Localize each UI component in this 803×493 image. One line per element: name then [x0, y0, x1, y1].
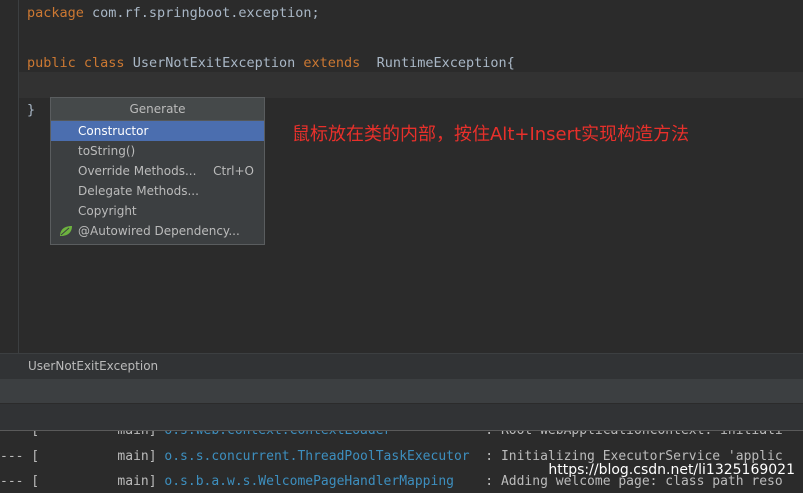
tool-window-toolbar — [0, 403, 803, 431]
console-line: --- [ main] o.s.web.context.ContextLoade… — [0, 430, 783, 438]
superclass-name: RuntimeException{ — [376, 55, 515, 71]
code-line-class[interactable]: public class UserNotExitException extend… — [27, 54, 515, 72]
package-name: com.rf.springboot.exception; — [83, 5, 320, 21]
generate-popup: Generate Constructor toString() Override… — [50, 97, 265, 245]
menu-item-label: Override Methods... — [78, 164, 197, 178]
generate-popup-title: Generate — [51, 98, 264, 121]
annotation-text: 鼠标放在类的内部，按住Alt+Insert实现构造方法 — [292, 124, 690, 145]
spring-leaf-icon — [60, 226, 72, 236]
console-thread: main] — [117, 430, 157, 438]
menu-item-label: Constructor — [78, 124, 149, 138]
menu-item-autowired-dependency[interactable]: @Autowired Dependency... — [51, 221, 264, 241]
gutter-divider — [18, 0, 19, 353]
menu-item-delegate-methods[interactable]: Delegate Methods... — [51, 181, 264, 201]
watermark: https://blog.csdn.net/li1325169021 — [548, 462, 795, 478]
class-name: UserNotExitException — [132, 55, 296, 71]
console-logger: o.s.web.context.ContextLoader — [164, 430, 392, 438]
tool-window-header — [0, 379, 803, 403]
current-line-highlight — [19, 72, 803, 98]
menu-item-label: @Autowired Dependency... — [78, 224, 240, 238]
console-message: : Root WebApplicationContext: initiali — [485, 430, 783, 438]
console-prefix: --- [ — [0, 474, 40, 489]
menu-item-override-methods[interactable]: Override Methods... Ctrl+O — [51, 161, 264, 181]
console-prefix: --- [ — [0, 430, 40, 438]
menu-item-label: toString() — [78, 144, 136, 158]
console-logger: o.s.b.a.w.s.WelcomePageHandlerMapping — [164, 474, 454, 489]
menu-item-tostring[interactable]: toString() — [51, 141, 264, 161]
menu-item-constructor[interactable]: Constructor — [51, 121, 264, 141]
menu-item-label: Delegate Methods... — [78, 184, 199, 198]
keyword-class: class — [83, 55, 125, 71]
menu-item-copyright[interactable]: Copyright — [51, 201, 264, 221]
console-logger: o.s.s.concurrent.ThreadPoolTaskExecutor — [164, 449, 470, 464]
code-line-close-brace[interactable]: } — [27, 101, 35, 119]
menu-item-label: Copyright — [78, 204, 137, 218]
menu-item-shortcut: Ctrl+O — [213, 164, 254, 178]
console-thread: main] — [117, 449, 157, 464]
keyword-package: package — [27, 5, 84, 21]
closing-brace: } — [27, 102, 36, 118]
keyword-public: public — [27, 55, 76, 71]
console-thread: main] — [117, 474, 157, 489]
console-prefix: --- [ — [0, 449, 40, 464]
keyword-extends: extends — [303, 55, 361, 71]
breadcrumb-bar: UserNotExitException — [0, 353, 803, 379]
breadcrumb-class[interactable]: UserNotExitException — [28, 359, 158, 373]
code-editor[interactable]: package com.rf.springboot.exception; pub… — [0, 0, 803, 353]
code-line-package[interactable]: package com.rf.springboot.exception; — [27, 4, 320, 22]
